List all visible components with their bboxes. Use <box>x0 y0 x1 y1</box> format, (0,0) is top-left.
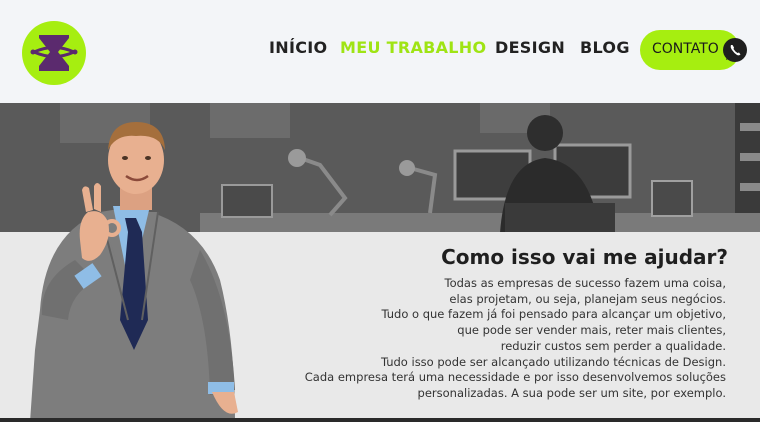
contact-button[interactable]: CONTATO <box>640 30 747 70</box>
nav-item-inicio[interactable]: INÍCIO <box>269 38 327 62</box>
section-paragraph: Todas as empresas de sucesso fazem uma c… <box>246 276 726 402</box>
paragraph-line: elas projetam, ou seja, planejam seus ne… <box>449 291 726 306</box>
nav-item-design[interactable]: DESIGN <box>495 38 565 62</box>
nav-item-meu-trabalho[interactable]: MEU TRABALHO <box>340 38 486 62</box>
paragraph-line: reduzir custos sem perder a qualidade. <box>500 338 726 353</box>
logo[interactable] <box>22 21 86 85</box>
businessman-image <box>30 122 238 422</box>
hourglass-logo-icon <box>30 35 78 71</box>
nav-item-blog[interactable]: BLOG <box>580 38 630 62</box>
whatsapp-icon <box>723 38 747 62</box>
paragraph-line: Tudo isso pode ser alcançado utilizando … <box>380 354 726 369</box>
paragraph-line: Todas as empresas de sucesso fazem uma c… <box>444 276 727 290</box>
site-header: INÍCIO MEU TRABALHO DESIGN BLOG CONTATO <box>0 0 760 103</box>
paragraph-line: personalizadas. A sua pode ser um site, … <box>417 385 726 400</box>
contact-button-label: CONTATO <box>652 41 719 57</box>
paragraph-line: que pode ser vender mais, reter mais cli… <box>457 323 726 338</box>
footer-divider <box>0 418 760 422</box>
paragraph-line: Tudo o que fazem já foi pensado para alc… <box>381 307 726 322</box>
section-heading: Como isso vai me ajudar? <box>441 245 728 269</box>
paragraph-line: Cada empresa terá uma necessidade e por … <box>304 370 726 385</box>
